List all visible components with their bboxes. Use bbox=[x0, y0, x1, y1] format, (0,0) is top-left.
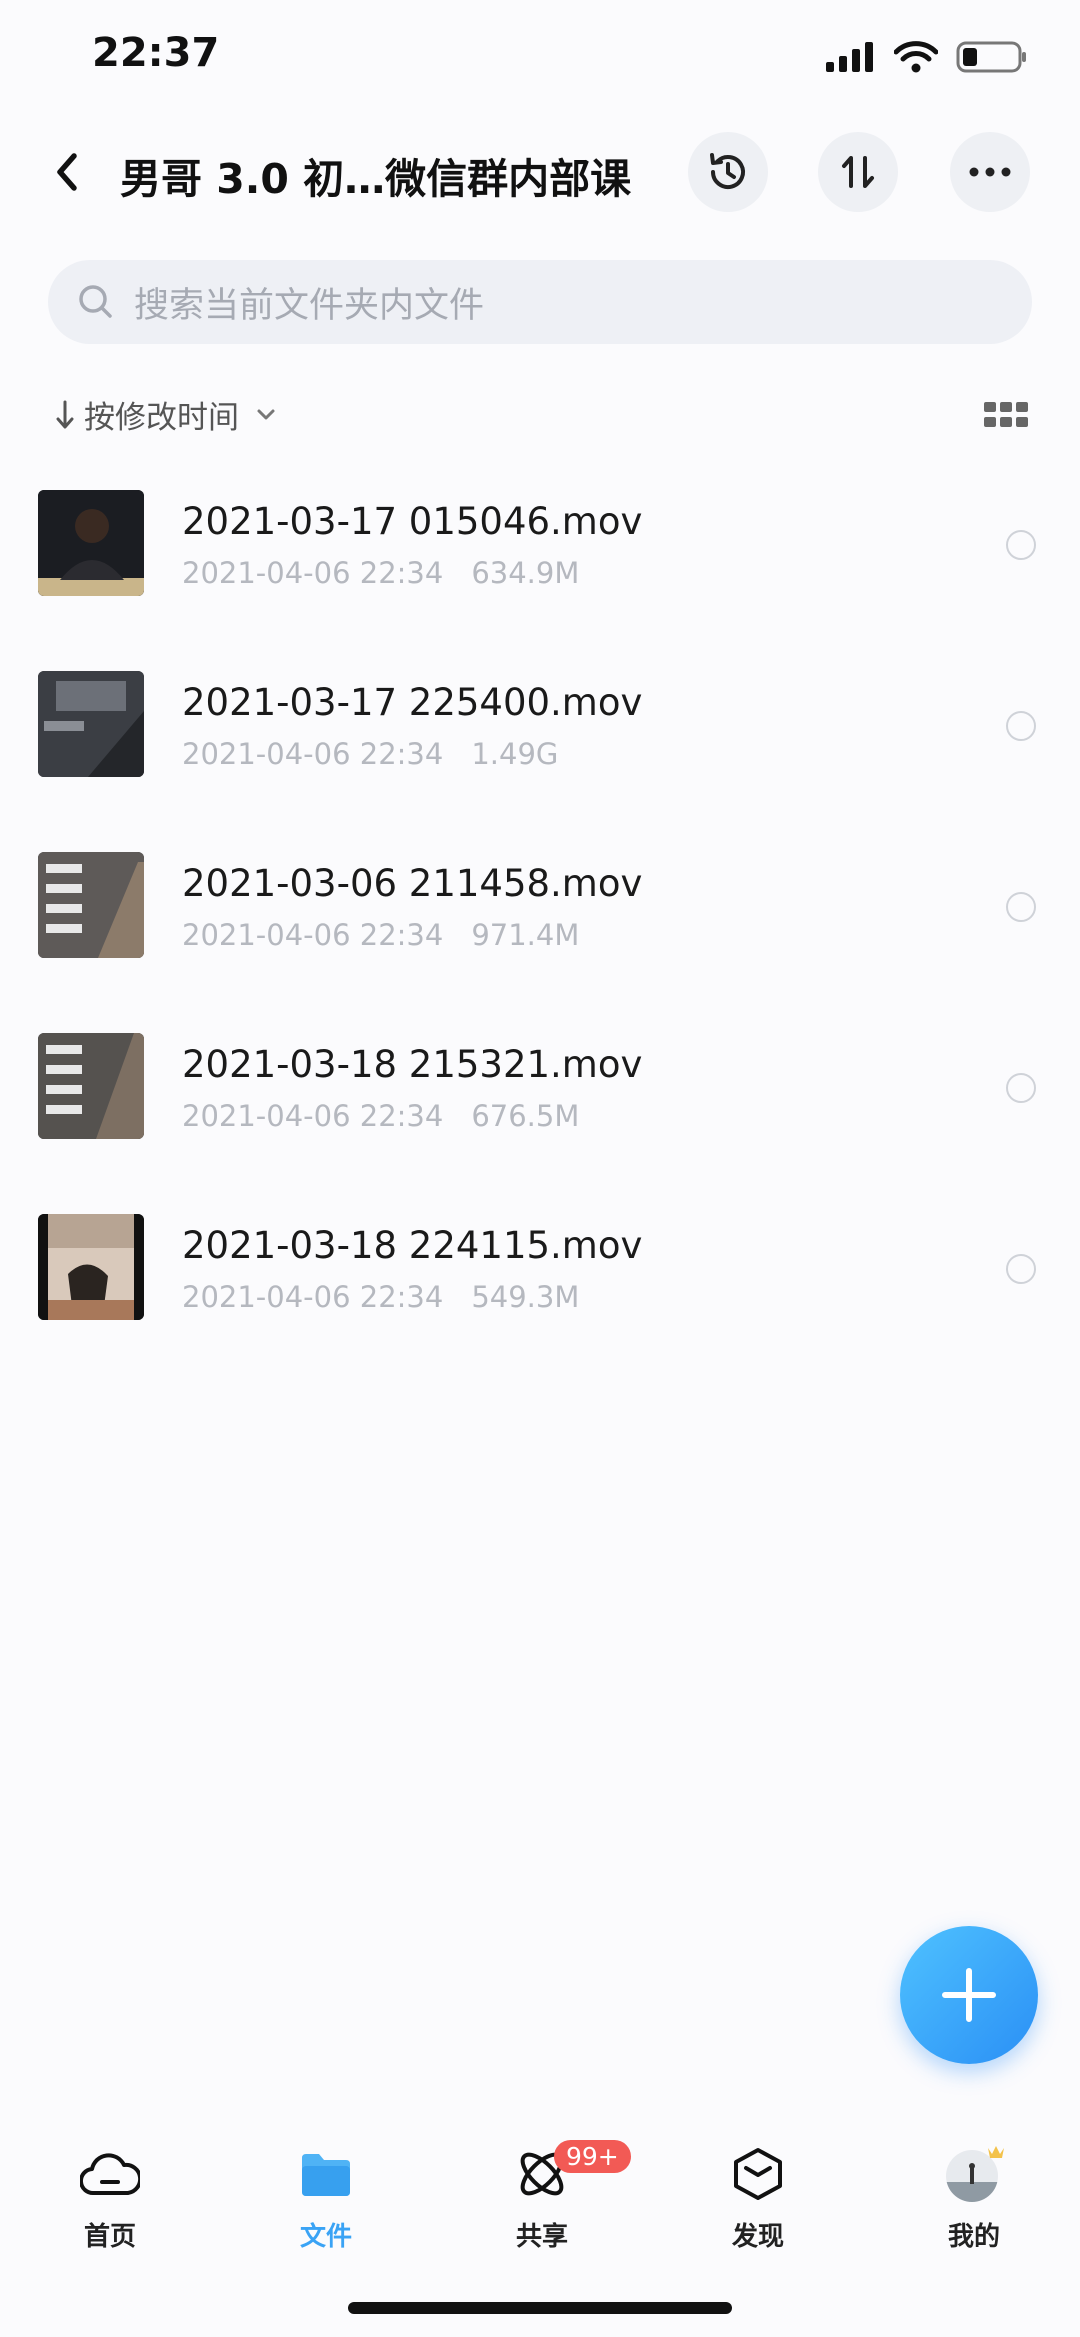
video-thumbnail bbox=[38, 671, 144, 777]
select-radio[interactable] bbox=[1006, 892, 1036, 922]
video-thumbnail bbox=[38, 1214, 144, 1320]
file-meta: 2021-04-06 22:34 676.5M bbox=[182, 1099, 579, 1133]
file-name: 2021-03-17 225400.mov bbox=[182, 681, 643, 724]
file-date: 2021-04-06 22:34 bbox=[182, 556, 444, 590]
back-icon bbox=[57, 153, 77, 191]
more-icon bbox=[969, 167, 1011, 177]
file-row[interactable]: 2021-03-17 225400.mov 2021-04-06 22:34 1.… bbox=[0, 651, 1080, 832]
arrow-down-icon bbox=[56, 400, 74, 428]
file-row[interactable]: 2021-03-06 211458.mov 2021-04-06 22:34 97… bbox=[0, 832, 1080, 1013]
more-button[interactable] bbox=[950, 132, 1030, 212]
history-icon bbox=[710, 153, 745, 189]
video-thumbnail bbox=[38, 1033, 144, 1139]
file-name: 2021-03-18 224115.mov bbox=[182, 1224, 643, 1267]
tab-discover[interactable]: 发现 bbox=[688, 2142, 828, 2253]
select-radio[interactable] bbox=[1006, 1254, 1036, 1284]
file-meta: 2021-04-06 22:34 549.3M bbox=[182, 1280, 579, 1314]
notification-badge: 99+ bbox=[554, 2140, 631, 2173]
file-row[interactable]: 2021-03-18 215321.mov 2021-04-06 22:34 67… bbox=[0, 1013, 1080, 1194]
page-title: 男哥 3.0 初…微信群内部课 bbox=[120, 155, 632, 203]
search-icon bbox=[79, 285, 112, 318]
plus-icon bbox=[942, 1968, 996, 2022]
sort-swap-button[interactable] bbox=[818, 132, 898, 212]
file-date: 2021-04-06 22:34 bbox=[182, 918, 444, 952]
select-radio[interactable] bbox=[1006, 711, 1036, 741]
status-bar: 22:37 bbox=[0, 0, 1080, 120]
tab-label: 文件 bbox=[299, 2222, 352, 2252]
file-size: 1.49G bbox=[471, 737, 559, 771]
cube-icon bbox=[734, 2148, 782, 2200]
file-date: 2021-04-06 22:34 bbox=[182, 1099, 444, 1133]
sort-swap-icon bbox=[842, 156, 874, 188]
file-meta: 2021-04-06 22:34 971.4M bbox=[182, 918, 579, 952]
tab-me[interactable]: 我的 bbox=[904, 2142, 1044, 2253]
file-date: 2021-04-06 22:34 bbox=[182, 1280, 444, 1314]
sort-label: 按修改时间 bbox=[84, 400, 239, 436]
status-icons bbox=[826, 40, 1028, 74]
back-button[interactable] bbox=[44, 142, 100, 202]
file-date: 2021-04-06 22:34 bbox=[182, 737, 444, 771]
file-size: 634.9M bbox=[471, 556, 580, 590]
file-name: 2021-03-06 211458.mov bbox=[182, 862, 643, 905]
grid-view-icon bbox=[984, 402, 1028, 427]
search-input[interactable]: 搜索当前文件夹内文件 bbox=[48, 260, 1032, 344]
tab-bar: 首页 文件 99+ 共享 发现 我的 bbox=[0, 2120, 1080, 2260]
grid-view-button[interactable] bbox=[984, 400, 1028, 430]
wifi-icon bbox=[894, 41, 938, 73]
file-row[interactable]: 2021-03-18 224115.mov 2021-04-06 22:34 54… bbox=[0, 1194, 1080, 1375]
search-placeholder: 搜索当前文件夹内文件 bbox=[134, 285, 485, 326]
tab-label: 共享 bbox=[515, 2222, 568, 2252]
file-size: 971.4M bbox=[471, 918, 580, 952]
add-button[interactable] bbox=[900, 1926, 1038, 2064]
tab-share[interactable]: 99+ 共享 bbox=[472, 2140, 631, 2253]
history-button[interactable] bbox=[688, 132, 768, 212]
cloud-icon bbox=[80, 2153, 140, 2196]
video-thumbnail bbox=[38, 852, 144, 958]
file-size: 676.5M bbox=[471, 1099, 580, 1133]
battery-icon bbox=[956, 41, 1026, 73]
file-name: 2021-03-17 015046.mov bbox=[182, 500, 643, 543]
folder-icon bbox=[302, 2154, 350, 2196]
file-size: 549.3M bbox=[471, 1280, 580, 1314]
status-time: 22:37 bbox=[92, 30, 220, 76]
nav-bar: 男哥 3.0 初…微信群内部课 bbox=[0, 120, 1080, 230]
sort-dropdown[interactable]: 按修改时间 bbox=[54, 392, 279, 437]
tab-home[interactable]: 首页 bbox=[40, 2142, 180, 2253]
file-name: 2021-03-18 215321.mov bbox=[182, 1043, 643, 1086]
file-list: 2021-03-17 015046.mov 2021-04-06 22:34 63… bbox=[0, 470, 1080, 1375]
video-thumbnail bbox=[38, 490, 144, 596]
tab-label: 首页 bbox=[83, 2222, 136, 2252]
select-radio[interactable] bbox=[1006, 1073, 1036, 1103]
tab-label: 我的 bbox=[947, 2222, 1000, 2252]
tab-files[interactable]: 文件 bbox=[256, 2142, 396, 2253]
signal-icon bbox=[826, 42, 873, 72]
home-indicator bbox=[348, 2302, 732, 2314]
file-meta: 2021-04-06 22:34 1.49G bbox=[182, 737, 558, 771]
file-meta: 2021-04-06 22:34 634.9M bbox=[182, 556, 579, 590]
chevron-down-icon bbox=[257, 409, 275, 419]
avatar-icon bbox=[946, 2146, 1004, 2202]
file-row[interactable]: 2021-03-17 015046.mov 2021-04-06 22:34 63… bbox=[0, 470, 1080, 651]
select-radio[interactable] bbox=[1006, 530, 1036, 560]
tab-label: 发现 bbox=[731, 2222, 784, 2252]
